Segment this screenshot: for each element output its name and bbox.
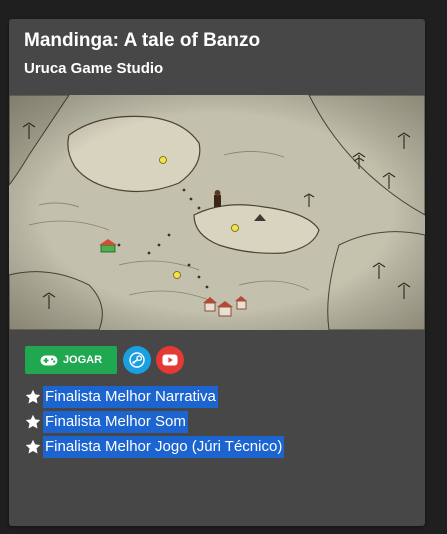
star-icon bbox=[25, 439, 41, 453]
award-label: Finalista Melhor Som bbox=[43, 410, 188, 433]
studio-name: Uruca Game Studio bbox=[24, 60, 164, 77]
award-item: Finalista Melhor Jogo (Júri Técnico) bbox=[25, 434, 285, 459]
youtube-icon bbox=[162, 354, 178, 366]
game-title: Mandinga: A tale of Banzo bbox=[24, 30, 261, 51]
awards-list: Finalista Melhor Narrativa Finalista Mel… bbox=[25, 384, 285, 459]
award-item: Finalista Melhor Narrativa bbox=[25, 384, 284, 409]
youtube-button[interactable] bbox=[156, 346, 184, 374]
gamepad-icon bbox=[40, 355, 58, 365]
steam-button[interactable] bbox=[123, 346, 151, 374]
star-icon bbox=[25, 389, 41, 403]
play-button-label: JOGAR bbox=[62, 354, 103, 366]
game-screenshot[interactable] bbox=[9, 95, 425, 330]
play-button[interactable]: JOGAR bbox=[25, 346, 117, 374]
award-label: Finalista Melhor Narrativa bbox=[43, 385, 218, 408]
award-label: Finalista Melhor Jogo (Júri Técnico) bbox=[43, 435, 285, 458]
star-icon bbox=[25, 414, 41, 428]
steam-icon bbox=[129, 352, 145, 368]
award-item: Finalista Melhor Som bbox=[25, 409, 284, 434]
game-card: Mandinga: A tale of Banzo Uruca Game Stu… bbox=[9, 19, 425, 526]
